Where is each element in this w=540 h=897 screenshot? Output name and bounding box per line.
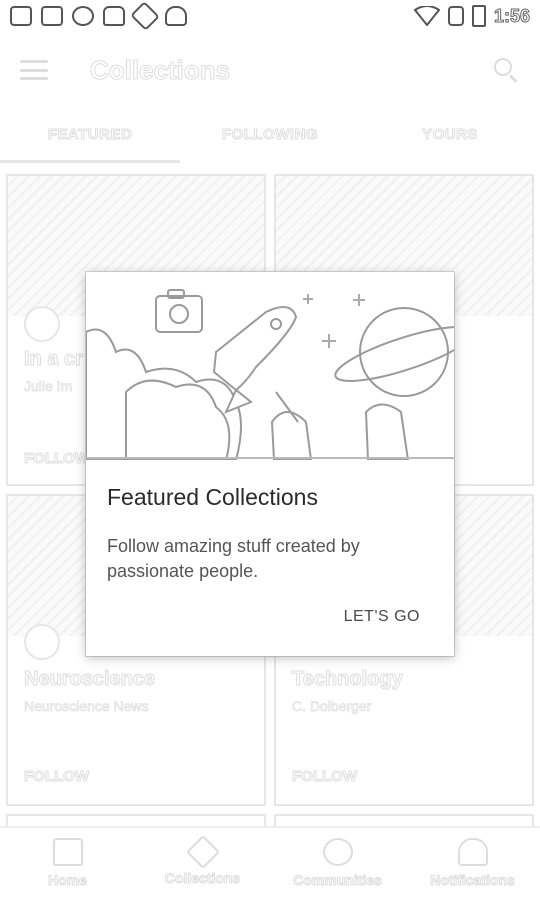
battery-icon	[471, 5, 486, 27]
dialog-body: Follow amazing stuff created by passiona…	[107, 536, 360, 581]
follow-button[interactable]: FOLLOW	[24, 768, 90, 786]
avatar	[24, 306, 60, 342]
card-subtitle: C. Dolberger	[291, 698, 372, 715]
status-icons-left	[10, 1, 187, 31]
status-icons-right: 1:56	[413, 5, 531, 27]
card-subtitle: Julie Im	[23, 378, 73, 395]
dialog-title: Featured Collections	[107, 484, 318, 510]
menu-icon[interactable]	[20, 60, 48, 80]
nav-communities-label: Communities	[293, 871, 383, 888]
avatar	[24, 624, 60, 660]
no-sim-icon	[447, 6, 464, 26]
nav-communities[interactable]: Communities	[270, 828, 405, 897]
nav-collections-label: Collections	[164, 869, 241, 886]
sync-icon	[72, 6, 94, 26]
nav-notifications-label: Notifications	[430, 871, 516, 888]
camera-icon	[155, 289, 203, 333]
card-subtitle: Neuroscience News	[24, 698, 149, 715]
nav-home[interactable]: Home	[0, 828, 135, 897]
tab-indicator	[0, 160, 180, 163]
planet-icon	[334, 307, 454, 397]
nav-home-label: Home	[48, 871, 88, 888]
follow-button[interactable]: FOLLOW	[24, 450, 90, 468]
character-icon	[270, 391, 410, 460]
app-bar: Collections	[0, 40, 540, 100]
status-clock: 1:56	[493, 5, 530, 26]
tab-following[interactable]: FOLLOWING	[180, 118, 360, 162]
lock-icon	[103, 6, 125, 26]
card-title: Neuroscience	[23, 668, 156, 691]
gallery-icon	[10, 6, 32, 26]
message-icon	[41, 6, 63, 26]
tab-bar: FEATURED FOLLOWING YOURS	[0, 118, 540, 162]
android-icon	[165, 6, 187, 26]
lets-go-button[interactable]: LET'S GO	[344, 608, 420, 626]
featured-collections-dialog: Featured Collections Follow amazing stuf…	[86, 272, 454, 656]
wifi-icon	[413, 6, 440, 26]
nav-collections[interactable]: Collections	[135, 828, 270, 897]
collections-icon	[185, 834, 220, 869]
nav-notifications[interactable]: Notifications	[405, 828, 540, 897]
page-title: Collections	[89, 54, 231, 85]
bottom-navigation: Home Collections Communities Notificatio…	[0, 826, 540, 897]
card-title: Technology	[292, 668, 404, 691]
wrench-icon	[130, 1, 160, 31]
bell-icon	[457, 837, 488, 866]
tab-yours[interactable]: YOURS	[360, 118, 540, 162]
status-bar: 1:56	[0, 0, 540, 32]
search-icon[interactable]	[492, 56, 520, 84]
card-title: In a cr	[24, 348, 84, 371]
dialog-illustration	[86, 289, 454, 460]
cloud-illustration	[86, 328, 242, 460]
home-icon	[52, 837, 83, 866]
tab-featured[interactable]: FEATURED	[0, 118, 180, 162]
communities-icon	[322, 837, 353, 866]
follow-button[interactable]: FOLLOW	[292, 768, 358, 786]
sparkle-icons	[303, 294, 365, 348]
